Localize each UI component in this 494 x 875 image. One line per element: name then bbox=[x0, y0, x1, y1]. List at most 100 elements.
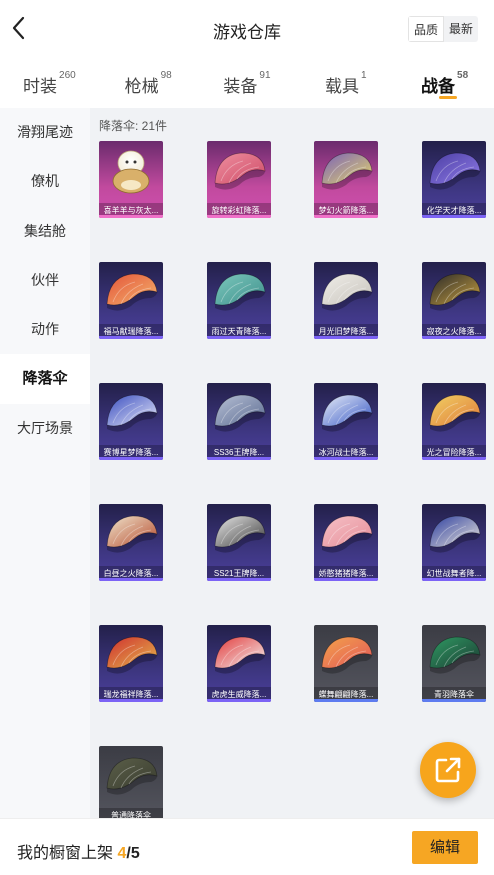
parachute-card[interactable]: 青羽降落伞 bbox=[422, 625, 486, 702]
rarity-bar bbox=[99, 215, 163, 218]
top-bar: 游戏仓库 品质 最新 bbox=[0, 0, 494, 58]
tab-count: 98 bbox=[160, 70, 172, 81]
showcase-label: 我的橱窗上架 bbox=[17, 845, 114, 862]
rarity-bar bbox=[314, 578, 378, 581]
rarity-bar bbox=[207, 699, 271, 702]
parachute-card[interactable]: 喜羊羊与灰太... bbox=[99, 141, 163, 218]
sidebar-item-capsule[interactable]: 集结舱 bbox=[0, 207, 90, 256]
parachute-icon bbox=[321, 636, 373, 674]
parachute-card[interactable]: 雨过天青降落... bbox=[207, 262, 271, 339]
parachute-card[interactable]: 白昼之火降落... bbox=[99, 504, 163, 581]
parachute-icon bbox=[429, 515, 481, 553]
tab-equipment[interactable]: 装备91 bbox=[198, 58, 297, 108]
tab-label: 枪械 bbox=[124, 77, 159, 96]
parachute-card[interactable]: 虎虎生威降落... bbox=[207, 625, 271, 702]
parachute-card[interactable]: 旋转彩虹降落... bbox=[207, 141, 271, 218]
rarity-bar bbox=[422, 457, 486, 460]
rarity-bar bbox=[422, 215, 486, 218]
rarity-bar bbox=[207, 578, 271, 581]
parachute-card[interactable]: 月光旧梦降落... bbox=[314, 262, 378, 339]
rarity-bar bbox=[422, 699, 486, 702]
tab-count: 1 bbox=[361, 70, 367, 81]
rarity-bar bbox=[314, 215, 378, 218]
sort-quality-button[interactable]: 品质 bbox=[407, 16, 444, 42]
rarity-bar bbox=[314, 457, 378, 460]
sidebar-item-wingman[interactable]: 僚机 bbox=[0, 157, 90, 206]
edit-button[interactable]: 编辑 bbox=[412, 831, 478, 864]
parachute-card[interactable]: 光之冒险降落... bbox=[422, 383, 486, 460]
rarity-bar bbox=[314, 699, 378, 702]
parachute-icon bbox=[429, 152, 481, 190]
tab-count: 91 bbox=[259, 70, 271, 81]
parachute-icon bbox=[321, 152, 373, 190]
tab-label: 时装 bbox=[23, 77, 58, 96]
sidebar-item-lobby-scene[interactable]: 大厅场景 bbox=[0, 404, 90, 453]
chibi-parachute-icon bbox=[112, 150, 150, 194]
rarity-bar bbox=[99, 699, 163, 702]
tab-label: 载具 bbox=[325, 77, 359, 96]
rarity-bar bbox=[99, 578, 163, 581]
rarity-bar bbox=[207, 457, 271, 460]
parachute-card[interactable]: 瑞龙福祥降落... bbox=[99, 625, 163, 702]
share-button[interactable] bbox=[420, 742, 476, 798]
parachute-icon bbox=[429, 636, 481, 674]
tab-label: 战备 bbox=[421, 77, 456, 96]
parachute-icon bbox=[321, 394, 373, 432]
parachute-card[interactable]: 赛博星梦降落... bbox=[99, 383, 163, 460]
sidebar-item-partner[interactable]: 伙伴 bbox=[0, 256, 90, 305]
parachute-name: 普通降落伞 bbox=[99, 808, 163, 818]
item-count: 降落伞: 21件 bbox=[99, 119, 168, 133]
tab-label: 装备 bbox=[223, 77, 258, 96]
active-tab-indicator bbox=[438, 96, 457, 99]
tab-vehicles[interactable]: 载具1 bbox=[296, 58, 395, 108]
parachute-icon bbox=[106, 636, 158, 674]
sidebar-item-emote[interactable]: 动作 bbox=[0, 305, 90, 354]
parachute-card[interactable]: 冰河战士降落... bbox=[314, 383, 378, 460]
external-link-icon bbox=[435, 757, 461, 783]
parachute-icon bbox=[321, 273, 373, 311]
parachute-icon bbox=[429, 273, 481, 311]
parachute-card[interactable]: 福马献瑞降落... bbox=[99, 262, 163, 339]
tab-fashion[interactable]: 时装260 bbox=[0, 58, 99, 108]
category-tabs: 时装260 枪械98 装备91 载具1 战备58 bbox=[0, 58, 494, 108]
sidebar-item-parachute[interactable]: 降落伞 bbox=[0, 354, 90, 404]
sort-toggle: 品质 最新 bbox=[407, 16, 478, 42]
tab-count: 260 bbox=[59, 70, 76, 81]
parachute-icon bbox=[214, 515, 266, 553]
parachute-card[interactable]: SS36王牌降... bbox=[207, 383, 271, 460]
sort-newest-button[interactable]: 最新 bbox=[444, 16, 478, 42]
parachute-icon bbox=[106, 394, 158, 432]
parachute-card[interactable]: 梦幻火箭降落... bbox=[314, 141, 378, 218]
parachute-card[interactable]: 普通降落伞 bbox=[99, 746, 163, 818]
parachute-card[interactable]: 寂夜之火降落... bbox=[422, 262, 486, 339]
rarity-bar bbox=[99, 336, 163, 339]
item-panel: 降落伞: 21件 喜羊羊与灰太... 旋转彩虹降落... 梦幻火箭降落... 化学天才… bbox=[90, 108, 494, 818]
sidebar: 滑翔尾迹 僚机 集结舱 伙伴 动作 降落伞 大厅场景 bbox=[0, 108, 90, 818]
parachute-icon bbox=[214, 273, 266, 311]
parachute-icon bbox=[214, 152, 266, 190]
rarity-bar bbox=[422, 578, 486, 581]
parachute-icon bbox=[214, 394, 266, 432]
showcase-total: 5 bbox=[130, 845, 140, 862]
rarity-bar bbox=[314, 336, 378, 339]
bottom-bar: 我的橱窗上架 4/5 编辑 bbox=[0, 818, 494, 875]
rarity-bar bbox=[99, 457, 163, 460]
rarity-bar bbox=[207, 336, 271, 339]
parachute-icon bbox=[106, 515, 158, 553]
parachute-icon bbox=[214, 636, 266, 674]
parachute-card[interactable]: 娇憨猪猪降落... bbox=[314, 504, 378, 581]
showcase-status: 我的橱窗上架 4/5 bbox=[17, 839, 140, 863]
rarity-bar bbox=[422, 336, 486, 339]
parachute-icon bbox=[321, 515, 373, 553]
parachute-card[interactable]: 化学天才降落... bbox=[422, 141, 486, 218]
parachute-icon bbox=[106, 757, 158, 795]
parachute-card[interactable]: SS21王牌降... bbox=[207, 504, 271, 581]
parachute-card[interactable]: 幻世战舞者降... bbox=[422, 504, 486, 581]
sidebar-item-glide-trail[interactable]: 滑翔尾迹 bbox=[0, 108, 90, 157]
parachute-icon bbox=[429, 394, 481, 432]
tab-readiness[interactable]: 战备58 bbox=[395, 58, 494, 108]
parachute-icon bbox=[106, 273, 158, 311]
parachute-card[interactable]: 蝶舞翩翩降落... bbox=[314, 625, 378, 702]
tab-weapons[interactable]: 枪械98 bbox=[99, 58, 198, 108]
rarity-bar bbox=[207, 215, 271, 218]
